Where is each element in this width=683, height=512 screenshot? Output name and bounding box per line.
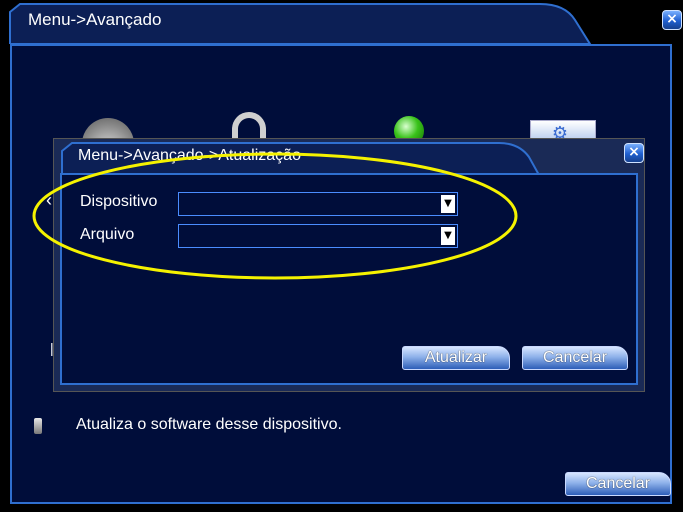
window-cancel-button[interactable]: Cancelar — [565, 472, 671, 496]
info-text: Atualiza o software desse dispositivo. — [76, 416, 342, 433]
window-close-button[interactable]: × — [662, 10, 682, 30]
update-button[interactable]: Atualizar — [402, 346, 510, 370]
advanced-menu-window: Menu->Avançado × ⚙ ‹ | Menu->Avançado->A… — [0, 0, 683, 512]
close-icon: × — [666, 11, 678, 27]
dialog-close-button[interactable]: × — [624, 143, 644, 163]
dialog-cancel-button[interactable]: Cancelar — [522, 346, 628, 370]
info-icon — [34, 418, 42, 434]
window-title: Menu->Avançado — [28, 10, 162, 29]
highlight-ellipse — [32, 152, 518, 280]
close-icon: × — [628, 144, 640, 160]
